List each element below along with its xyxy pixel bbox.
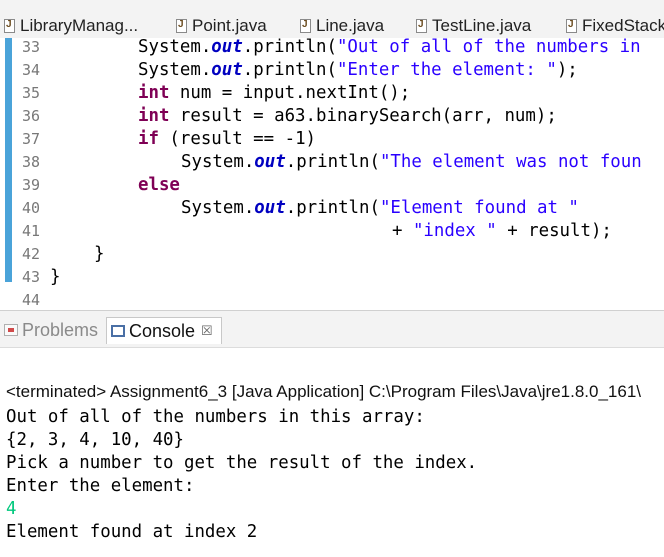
code-line-43: } (50, 267, 61, 287)
code-line-36: int result = a63.binarySearch(arr, num); (138, 106, 557, 126)
line-number: 42 (21, 245, 40, 263)
java-file-icon (416, 19, 427, 33)
java-file-icon (566, 19, 577, 33)
line-number: 33 (21, 38, 40, 56)
console-line: {2, 3, 4, 10, 40} (6, 430, 184, 450)
tab-point-java[interactable]: Point.java (176, 14, 267, 38)
line-number: 35 (21, 84, 40, 102)
line-number: 36 (21, 107, 40, 125)
close-icon[interactable]: ☒ (201, 323, 213, 339)
code-line-42: } (94, 244, 105, 264)
code-line-34: System.out.println("Enter the element: "… (138, 60, 578, 80)
code-line-35: int num = input.nextInt(); (138, 83, 411, 103)
line-number: 43 (21, 268, 40, 286)
code-line-39: else (138, 175, 180, 195)
tab-problems[interactable]: Problems (4, 317, 98, 343)
console-icon (111, 325, 125, 337)
console-output[interactable]: Out of all of the numbers in this array:… (6, 406, 477, 544)
line-number: 40 (21, 199, 40, 217)
java-file-icon (176, 19, 187, 33)
code-line-33: System.out.println("Out of all of the nu… (138, 37, 641, 57)
console-user-input: 4 (6, 499, 17, 519)
tab-label: TestLine.java (432, 16, 532, 35)
tab-librarymanager[interactable]: LibraryManag... (4, 14, 138, 38)
line-number: 37 (21, 130, 40, 148)
tab-label: FixedStack (582, 16, 664, 35)
console-status-line: <terminated> Assignment6_3 [Java Applica… (6, 382, 642, 401)
tab-console[interactable]: Console ☒ (106, 317, 222, 344)
java-file-icon (4, 19, 15, 33)
line-number: 39 (21, 176, 40, 194)
tab-fixedstack[interactable]: FixedStack (566, 14, 664, 38)
tab-problems-label: Problems (22, 319, 99, 340)
code-line-38: System.out.println("The element was not … (181, 152, 642, 172)
problems-icon (4, 324, 18, 336)
line-number: 34 (21, 61, 40, 79)
tab-console-label: Console (129, 320, 196, 341)
console-line: Enter the element: (6, 476, 195, 496)
tab-label: Line.java (316, 16, 385, 35)
editor-tab-bar: LibraryManag... Point.java Line.java Tes… (0, 0, 664, 39)
line-number: 38 (21, 153, 40, 171)
code-line-41: + "index " + result); (392, 221, 612, 241)
line-number: 41 (21, 222, 40, 240)
console-line: Element found at index 2 (6, 522, 258, 542)
java-file-icon (300, 19, 311, 33)
code-line-37: if (result == -1) (138, 129, 317, 149)
tab-testline-java[interactable]: TestLine.java (416, 14, 531, 38)
console-line: Pick a number to get the result of the i… (6, 453, 478, 473)
console-line: Out of all of the numbers in this array: (6, 407, 425, 427)
tab-label: Point.java (192, 16, 267, 35)
code-line-40: System.out.println("Element found at " (181, 198, 579, 218)
code-editor[interactable]: 33 34 35 36 37 38 39 40 41 42 43 44 Syst… (0, 37, 664, 337)
change-ruler (5, 38, 12, 282)
tab-line-java[interactable]: Line.java (300, 14, 384, 38)
bottom-panel-tab-bar: Problems Console ☒ (0, 310, 664, 348)
line-number: 44 (21, 291, 40, 309)
tab-label: LibraryManag... (20, 16, 139, 35)
